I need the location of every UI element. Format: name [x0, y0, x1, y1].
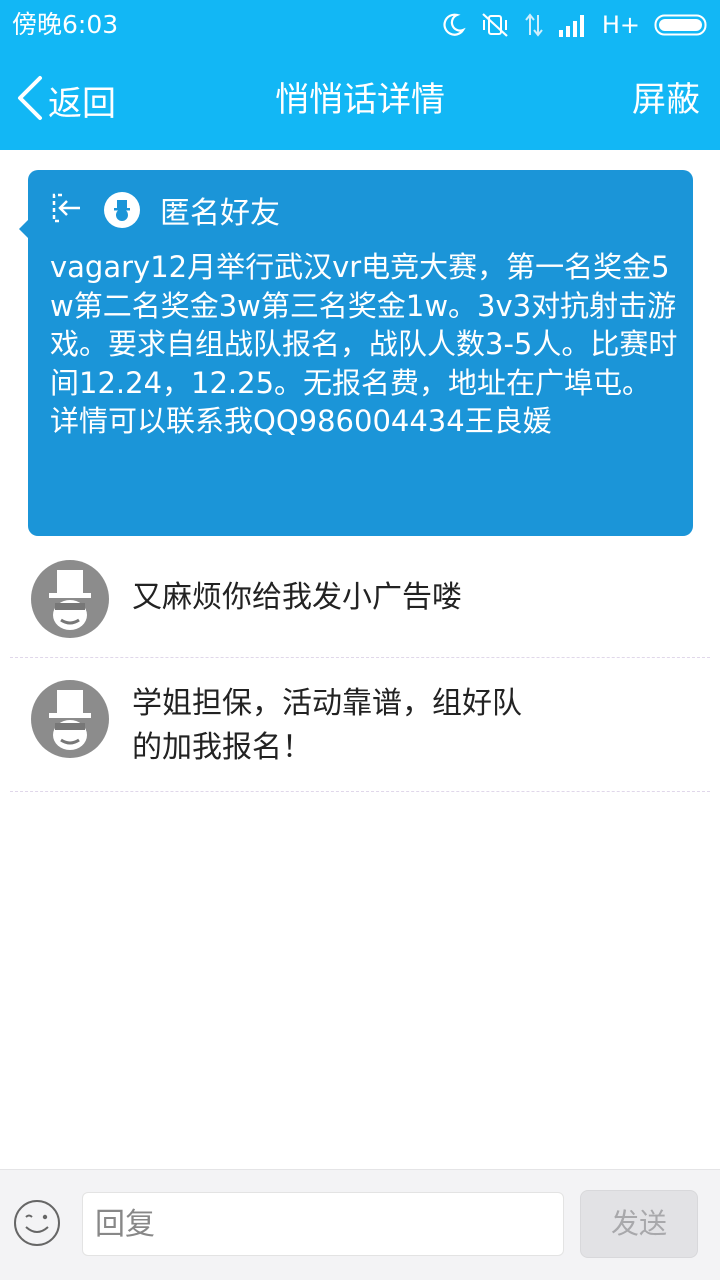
send-button[interactable]: 发送: [580, 1190, 698, 1258]
emoji-button[interactable]: [12, 1198, 62, 1248]
status-bar: 傍晚6:03 H+: [0, 0, 720, 50]
header: 返回 悄悄话详情 屏蔽: [0, 50, 720, 150]
avatar[interactable]: [31, 560, 109, 638]
post-author: 匿名好友: [160, 196, 280, 231]
post-card: 匿名好友 vagary12月举行武汉vr电竞大赛，第一名奖金5w第二名奖金3w第…: [19, 170, 693, 536]
mask-icon: [114, 200, 130, 221]
reply-bar: 发送: [0, 1169, 720, 1280]
post-content: vagary12月举行武汉vr电竞大赛，第一名奖金5w第二名奖金3w第三名奖金1…: [50, 250, 678, 438]
anonymous-hat-icon: [49, 690, 91, 750]
smiley-icon: [14, 1200, 60, 1246]
comment-text: 学姐担保，活动靠谱，组好队 的加我报名！: [132, 682, 572, 770]
enter-icon[interactable]: [50, 191, 84, 229]
moon-icon: [440, 12, 466, 38]
battery-icon: [654, 13, 710, 37]
avatar[interactable]: [31, 680, 109, 758]
network-type: H+: [601, 11, 640, 39]
status-time: 傍晚6:03: [12, 10, 119, 39]
comment-text: 又麻烦你给我发小广告喽: [132, 580, 462, 615]
vibrate-off-icon: [480, 11, 510, 39]
reply-input[interactable]: [82, 1192, 564, 1256]
comment-item: 又麻烦你给我发小广告喽: [0, 540, 720, 658]
comment-text-line: 学姐担保，活动靠谱，组好队: [132, 686, 522, 721]
status-icons: H+: [440, 8, 710, 42]
anonymous-hat-icon: [49, 570, 91, 630]
signal-icon: [558, 12, 588, 38]
anonymous-avatar: [104, 192, 140, 228]
divider: [10, 791, 710, 792]
post-author-row: 匿名好友: [50, 188, 280, 232]
data-arrows-icon: [524, 11, 544, 39]
comment-item: 学姐担保，活动靠谱，组好队 的加我报名！: [0, 658, 720, 792]
comment-text-line: 的加我报名！: [132, 730, 312, 765]
block-button[interactable]: 屏蔽: [632, 74, 700, 126]
page-title: 悄悄话详情: [275, 80, 445, 120]
